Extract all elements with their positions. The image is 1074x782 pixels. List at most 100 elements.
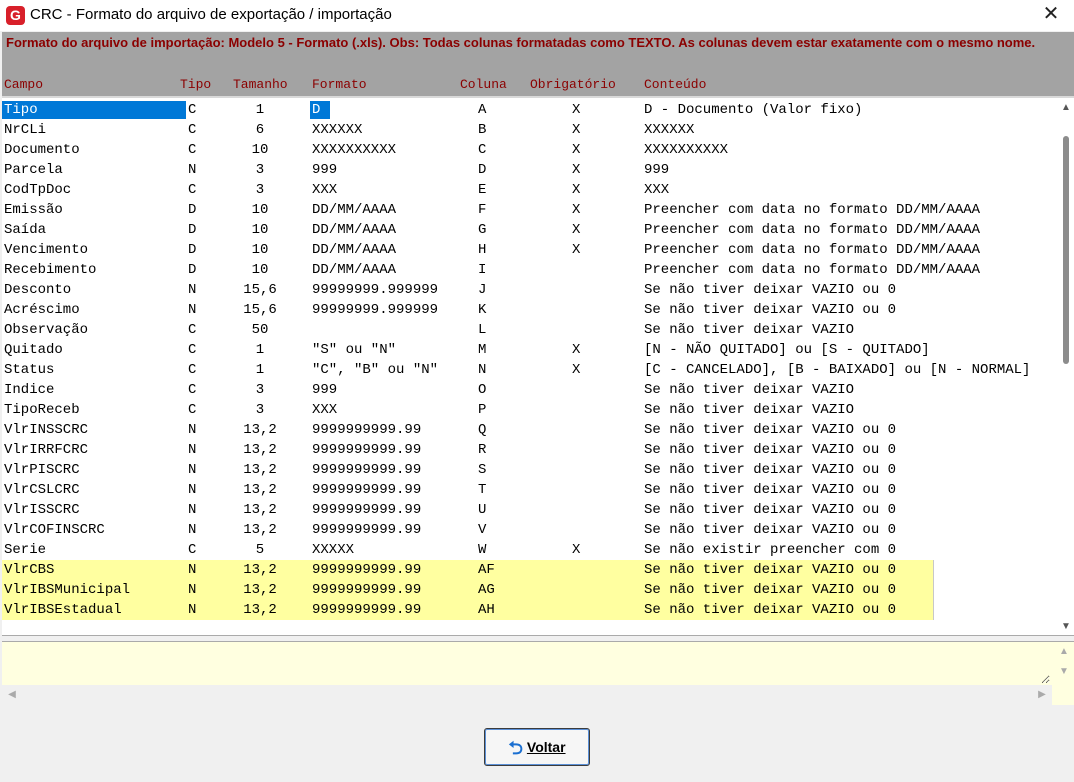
format-note: Formato do arquivo de importação: Modelo… [6,35,1036,50]
table-row[interactable]: VlrCSLCRC N 13,2 9999999999.99 T Se não tiver… [2,480,934,500]
coluna-cell: U [478,502,487,518]
tamanho-cell: 10 [251,222,269,238]
memo-scroll-left-icon[interactable]: ◀ [4,689,20,700]
coluna-cell: W [478,542,487,558]
campo-cell: Status [4,362,55,378]
table-row[interactable]: CodTpDoc C 3 XXX E X XXX [2,180,934,200]
memo-scroll-right-icon[interactable]: ▶ [1034,689,1050,700]
close-button[interactable]: ✕ [1028,0,1074,31]
formato-cell: 9999999999.99 [312,482,422,498]
memo-scroll-down-icon[interactable]: ▼ [1056,666,1072,677]
window-title: CRC - Formato do arquivo de exportação /… [30,6,392,23]
table-row[interactable]: Desconto N 15,6 99999999.999999 J Se não tive… [2,280,934,300]
table-row[interactable]: Recebimento D 10 DD/MM/AAAA I Preencher com d… [2,260,980,280]
table-row[interactable]: Observação C 50 L Se não tiver deixar VAZIO [2,320,934,340]
conteudo-cell: Se não tiver deixar VAZIO ou 0 [644,602,897,618]
coluna-cell: D [478,162,487,178]
table-row[interactable]: Acréscimo N 15,6 99999999.999999 K Se não tiv… [2,300,934,320]
coluna-cell: M [478,342,487,358]
table-row[interactable]: Quitado C 1 "S" ou "N" M X [N - NÃO QUITADO] o… [2,340,934,360]
campo-cell: VlrIRRFCRC [4,442,89,458]
tipo-cell: N [188,422,197,438]
formato-cell: 9999999999.99 [312,522,422,538]
table-row[interactable]: Serie C 5 XXXXX W X Se não existir preencher c… [2,540,934,560]
table-row[interactable]: VlrIBSEstadual N 13,2 9999999999.99 AH Se não… [2,600,934,620]
scrollbar-thumb[interactable] [1063,136,1069,364]
coluna-cell: O [478,382,487,398]
tamanho-cell: 13,2 [243,582,277,598]
tamanho-cell: 13,2 [243,462,277,478]
conteudo-cell: Se não tiver deixar VAZIO [644,322,855,338]
memo-scroll-up-icon[interactable]: ▲ [1056,646,1072,657]
table-row[interactable]: VlrIBSMunicipal N 13,2 9999999999.99 AG Se nã… [2,580,934,600]
table-row[interactable]: VlrINSSCRC N 13,2 9999999999.99 Q Se não tive… [2,420,934,440]
table-row[interactable]: Vencimento D 10 DD/MM/AAAA H X Preencher com d… [2,240,980,260]
tamanho-cell: 1 [255,342,265,358]
table-row[interactable]: VlrISSCRC N 13,2 9999999999.99 U Se não tiver… [2,500,934,520]
tipo-cell: C [188,142,197,158]
tipo-cell: C [188,342,197,358]
table-row[interactable]: VlrIRRFCRC N 13,2 9999999999.99 R Se não tive… [2,440,934,460]
tamanho-cell: 3 [255,402,265,418]
voltar-button[interactable]: ⮌ Voltar [484,728,590,766]
table-row[interactable]: Parcela N 3 999 D X 999 [2,160,934,180]
formato-cell: "C", "B" ou "N" [312,362,439,378]
coluna-cell: L [478,322,487,338]
scroll-up-icon[interactable]: ▲ [1058,102,1074,113]
tipo-cell: C [188,182,197,198]
tamanho-cell: 3 [255,182,265,198]
grid-vertical-scrollbar[interactable]: ▲ ▼ [1058,98,1074,634]
table-row[interactable]: Documento C 10 XXXXXXXXXX C X XXXXXXXXXX [2,140,934,160]
tipo-cell: C [188,402,197,418]
tipo-cell: N [188,162,197,178]
table-row[interactable]: VlrCBS N 13,2 9999999999.99 AF Se não tiver d… [2,560,934,580]
campo-cell: Desconto [4,282,72,298]
conteudo-cell: XXXXXXXXXX [644,142,729,158]
formato-cell: 9999999999.99 [312,462,422,478]
formato-cell: DD/MM/AAAA [312,202,397,218]
formato-cell: DD/MM/AAAA [312,222,397,238]
campo-cell: TipoReceb [4,402,80,418]
coluna-cell: AG [478,582,495,598]
campo-cell: VlrISSCRC [4,502,80,518]
fields-grid[interactable]: Tipo C 1 D A X D - Documento (Valor fixo) NrCLi… [2,96,1074,636]
tamanho-cell: 15,6 [243,282,277,298]
tamanho-cell: 3 [255,162,265,178]
tipo-cell: D [188,202,197,218]
conteudo-cell: Se não tiver deixar VAZIO ou 0 [644,502,897,518]
tamanho-cell: 10 [251,202,269,218]
table-row[interactable]: VlrCOFINSCRC N 13,2 9999999999.99 V Se não ti… [2,520,934,540]
coluna-cell: N [478,362,487,378]
conteudo-cell: Se não existir preencher com 0 [644,542,897,558]
memo-field[interactable] [4,644,1050,684]
column-header-conteudo: Conteúdo [644,77,707,92]
table-row[interactable]: TipoReceb C 3 XXX P Se não tiver deixar VAZIO [2,400,934,420]
table-row[interactable]: Status C 1 "C", "B" ou "N" N X [C - CANCELADO]… [2,360,1030,380]
table-row[interactable]: Saída D 10 DD/MM/AAAA G X Preencher com data n… [2,220,980,240]
voltar-label: Voltar [526,739,566,755]
obrigatorio-cell: X [572,182,581,198]
conteudo-cell: [C - CANCELADO], [B - BAIXADO] ou [N - N… [644,362,1031,378]
table-row[interactable]: Indice C 3 999 O Se não tiver deixar VAZIO [2,380,934,400]
table-row[interactable]: NrCLi C 6 XXXXXX B X XXXXXX [2,120,934,140]
formato-cell: 999 [312,382,338,398]
tipo-cell: N [188,462,197,478]
table-row[interactable]: Emissão D 10 DD/MM/AAAA F X Preencher com data… [2,200,980,220]
formato-cell: 9999999999.99 [312,502,422,518]
campo-cell: VlrINSSCRC [4,422,89,438]
campo-cell: Documento [4,142,80,158]
coluna-cell: P [478,402,487,418]
memo-vertical-scrollbar[interactable]: ▲ ▼ [1054,642,1074,686]
campo-cell: VlrCBS [4,562,55,578]
formato-cell: D [310,101,330,119]
scroll-down-icon[interactable]: ▼ [1058,621,1074,632]
memo-horizontal-scrollbar[interactable]: ◀ ▶ [2,685,1052,705]
coluna-cell: Q [478,422,487,438]
obrigatorio-cell: X [572,122,581,138]
column-header-tamanho: Tamanho [233,77,288,92]
tamanho-cell: 6 [255,122,265,138]
table-row[interactable]: VlrPISCRC N 13,2 9999999999.99 S Se não tiver… [2,460,934,480]
tipo-cell: C [188,102,197,118]
tipo-cell: C [188,362,197,378]
table-row[interactable]: Tipo C 1 D A X D - Documento (Valor fixo) [2,100,934,120]
